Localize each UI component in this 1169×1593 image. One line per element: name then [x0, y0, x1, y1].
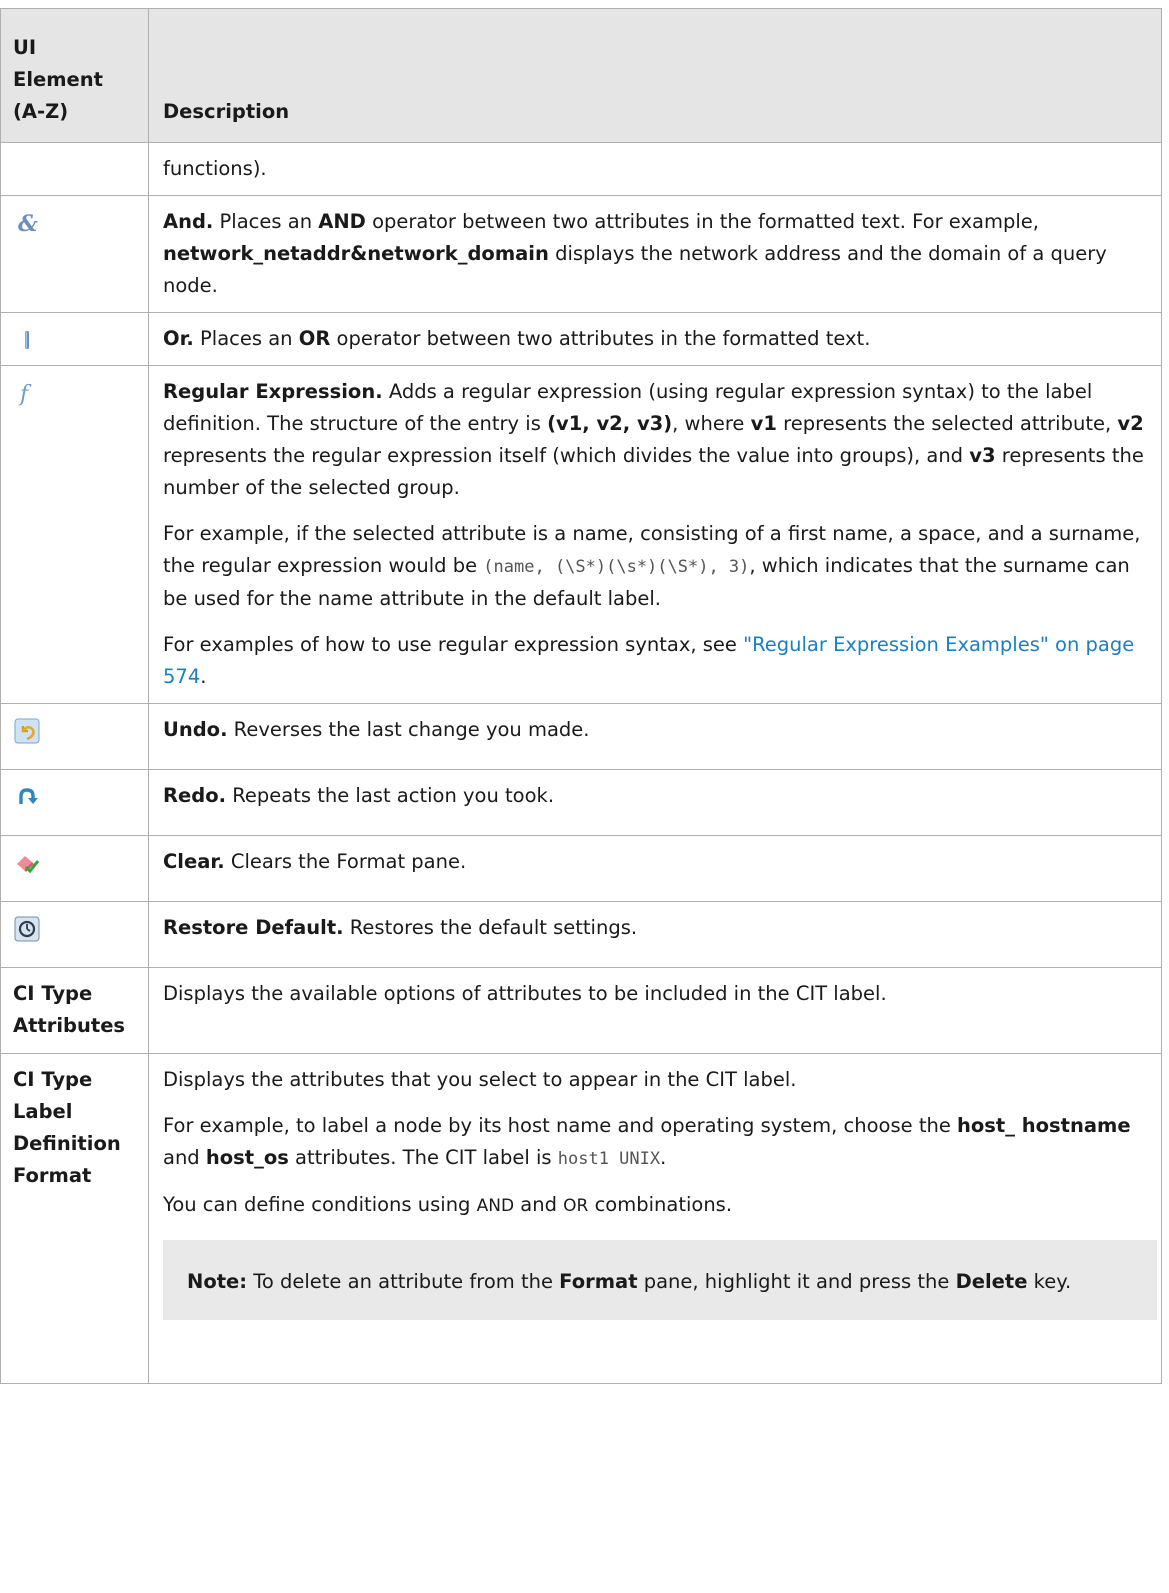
svg-text:f: f: [18, 382, 32, 406]
table-row: & And. Places an AND operator between tw…: [0, 195, 1162, 313]
table-row: CI Type Attributes Displays the available…: [0, 967, 1162, 1054]
description-cell: Restore Default. Restores the default se…: [148, 901, 1162, 968]
description-cell: Redo. Repeats the last action you took.: [148, 769, 1162, 836]
ui-element-name: CI Type Label Definition Format: [0, 1053, 149, 1384]
description-cell: functions).: [148, 142, 1162, 196]
description-cell: Regular Expression. Adds a regular expre…: [148, 365, 1162, 704]
eraser-icon: [17, 856, 40, 874]
restore-icon: [14, 916, 40, 942]
description-cell: Displays the attributes that you select …: [148, 1053, 1162, 1384]
table-row: Or. Places an OR operator between two at…: [0, 312, 1162, 366]
description-cell: Undo. Reverses the last change you made.: [148, 703, 1162, 770]
undo-icon: [14, 718, 40, 744]
description-cell: Clear. Clears the Format pane.: [148, 835, 1162, 902]
header-ui-element: UI Element (A-Z): [0, 8, 149, 143]
table-row: functions).: [0, 142, 1162, 196]
svg-text:&: &: [18, 211, 38, 236]
ui-element-name: CI Type Attributes: [0, 967, 149, 1054]
table-row: Redo. Repeats the last action you took.: [0, 769, 1162, 836]
ampersand-icon: &: [18, 211, 38, 236]
description-cell: And. Places an AND operator between two …: [148, 195, 1162, 313]
table-row: Undo. Reverses the last change you made.: [0, 703, 1162, 770]
table-row: f Regular Expression. Adds a regular exp…: [0, 365, 1162, 704]
table-row: Restore Default. Restores the default se…: [0, 901, 1162, 968]
header-description: Description: [148, 8, 1162, 143]
function-icon: f: [18, 382, 32, 406]
table-header-row: UI Element (A-Z) Description: [0, 8, 1162, 143]
description-cell: Or. Places an OR operator between two at…: [148, 312, 1162, 366]
note-box: Note: To delete an attribute from the Fo…: [163, 1240, 1157, 1320]
pipe-icon: [25, 331, 29, 349]
table-row: CI Type Label Definition Format Displays th…: [0, 1053, 1162, 1384]
redo-icon: [19, 788, 38, 804]
description-cell: Displays the available options of attrib…: [148, 967, 1162, 1054]
table-row: Clear. Clears the Format pane.: [0, 835, 1162, 902]
ui-elements-table: UI Element (A-Z) Description functions).…: [0, 8, 1162, 1384]
